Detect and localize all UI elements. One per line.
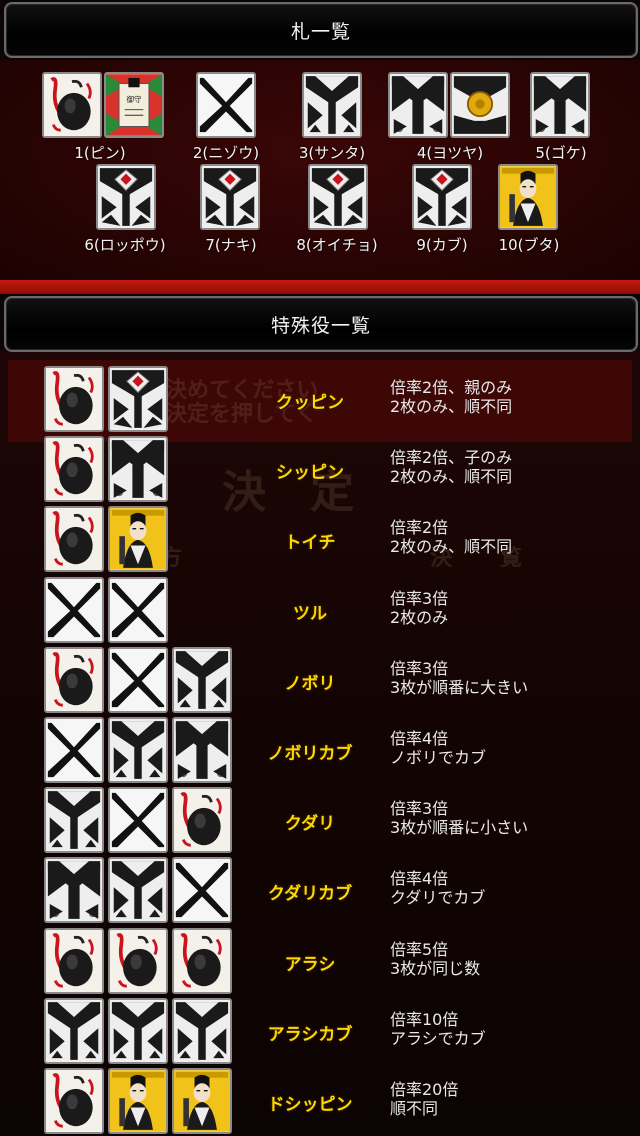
yaku-condition-11: 順不同 [390, 1099, 439, 1118]
yaku-name-7: クダリ [284, 814, 336, 834]
yaku-11-card-3 [172, 1068, 232, 1134]
yaku-11-card-2 [108, 1068, 168, 1134]
yaku-5-card-2 [108, 647, 168, 713]
yaku-6-card-2 [108, 717, 168, 783]
yaku-10-card-2 [108, 998, 168, 1064]
card-1-image-2: 御守 [104, 72, 164, 138]
card-number-label-5: 5(ゴケ) [535, 144, 587, 162]
yaku-4-card-2 [108, 577, 168, 643]
card-2-image-1 [196, 72, 256, 138]
yaku-rate-4: 倍率3倍 [390, 589, 449, 608]
card-3-image-1 [302, 72, 362, 138]
red-divider [0, 280, 640, 294]
yaku-7-card-2 [108, 787, 168, 853]
yaku-list-header: 特殊役一覧 [4, 296, 638, 352]
yaku-2-card-2 [108, 436, 168, 502]
yaku-rate-2: 倍率2倍、子のみ [390, 448, 513, 467]
yaku-2-card-1 [44, 436, 104, 502]
yaku-6-card-3 [172, 717, 232, 783]
yaku-condition-6: ノボリでカブ [390, 748, 487, 767]
yaku-8-card-1 [44, 857, 104, 923]
card-number-label-8: 8(オイチョ) [296, 236, 378, 254]
yaku-condition-9: 3枚が同じ数 [390, 959, 481, 978]
yaku-condition-7: 3枚が順番に小さい [390, 818, 529, 837]
yaku-rate-7: 倍率3倍 [390, 799, 449, 818]
yaku-3-card-2 [108, 506, 168, 572]
yaku-rate-3: 倍率2倍 [390, 518, 449, 537]
card-list-header: 札一覧 [4, 2, 638, 58]
card-number-label-7: 7(ナキ) [205, 236, 257, 254]
yaku-9-card-1 [44, 928, 104, 994]
yaku-rate-10: 倍率10倍 [390, 1010, 459, 1029]
yaku-rate-5: 倍率3倍 [390, 659, 449, 678]
yaku-6-card-1 [44, 717, 104, 783]
yaku-3-card-1 [44, 506, 104, 572]
svg-text:御守: 御守 [127, 94, 142, 104]
card-1-image-1 [42, 72, 102, 138]
yaku-rate-8: 倍率4倍 [390, 869, 449, 888]
yaku-name-5: ノボリ [284, 674, 336, 694]
yaku-condition-1: 2枚のみ、順不同 [390, 397, 513, 416]
yaku-rate-1: 倍率2倍、親のみ [390, 378, 513, 397]
yaku-8-card-3 [172, 857, 232, 923]
yaku-name-2: シッピン [276, 463, 344, 483]
yaku-5-card-3 [172, 647, 232, 713]
card-number-label-10: 10(ブタ) [498, 236, 560, 254]
yaku-rate-6: 倍率4倍 [390, 729, 449, 748]
yaku-condition-5: 3枚が順番に大きい [390, 678, 529, 697]
card-4-image-1 [388, 72, 448, 138]
yaku-8-card-2 [108, 857, 168, 923]
yaku-rate-9: 倍率5倍 [390, 940, 449, 959]
card-number-label-1: 1(ピン) [74, 144, 126, 162]
yaku-list-title: 特殊役一覧 [270, 314, 371, 337]
yaku-1-card-1 [44, 366, 104, 432]
yaku-9-card-3 [172, 928, 232, 994]
yaku-condition-4: 2枚のみ [390, 608, 449, 627]
yaku-name-6: ノボリカブ [267, 744, 353, 764]
yaku-condition-10: アラシでカブ [390, 1029, 486, 1048]
card-10-image-1 [498, 164, 558, 230]
card-8-image-1 [308, 164, 368, 230]
yaku-5-card-1 [44, 647, 104, 713]
yaku-7-card-3 [172, 787, 232, 853]
yaku-name-8: クダリカブ [267, 884, 353, 904]
yaku-condition-8: クダリでカブ [390, 888, 486, 907]
yaku-condition-2: 2枚のみ、順不同 [390, 467, 513, 486]
yaku-name-9: アラシ [284, 955, 336, 975]
yaku-condition-3: 2枚のみ、順不同 [390, 537, 513, 556]
yaku-1-card-2 [108, 366, 168, 432]
card-4-image-2 [450, 72, 510, 138]
yaku-4-card-1 [44, 577, 104, 643]
yaku-rate-11: 倍率20倍 [390, 1080, 459, 1099]
yaku-7-card-1 [44, 787, 104, 853]
card-number-label-4: 4(ヨツヤ) [416, 144, 484, 162]
yaku-name-11: ドシッピン [267, 1095, 353, 1115]
card-5-image-1 [530, 72, 590, 138]
card-list-title: 札一覧 [290, 20, 351, 43]
yaku-10-card-1 [44, 998, 104, 1064]
yaku-9-card-2 [108, 928, 168, 994]
card-7-image-1 [200, 164, 260, 230]
yaku-name-10: アラシカブ [267, 1025, 353, 1045]
card-number-label-3: 3(サンタ) [298, 144, 366, 162]
card-number-label-6: 6(ロッポウ) [84, 236, 166, 254]
yaku-name-4: ツル [293, 604, 327, 624]
card-number-label-2: 2(ニゾウ) [192, 144, 260, 162]
card-6-image-1 [96, 164, 156, 230]
yaku-name-1: クッピン [276, 393, 344, 413]
card-9-image-1 [412, 164, 472, 230]
yaku-name-3: トイチ [284, 533, 336, 553]
yaku-11-card-1 [44, 1068, 104, 1134]
card-number-label-9: 9(カブ) [416, 236, 468, 254]
yaku-10-card-3 [172, 998, 232, 1064]
